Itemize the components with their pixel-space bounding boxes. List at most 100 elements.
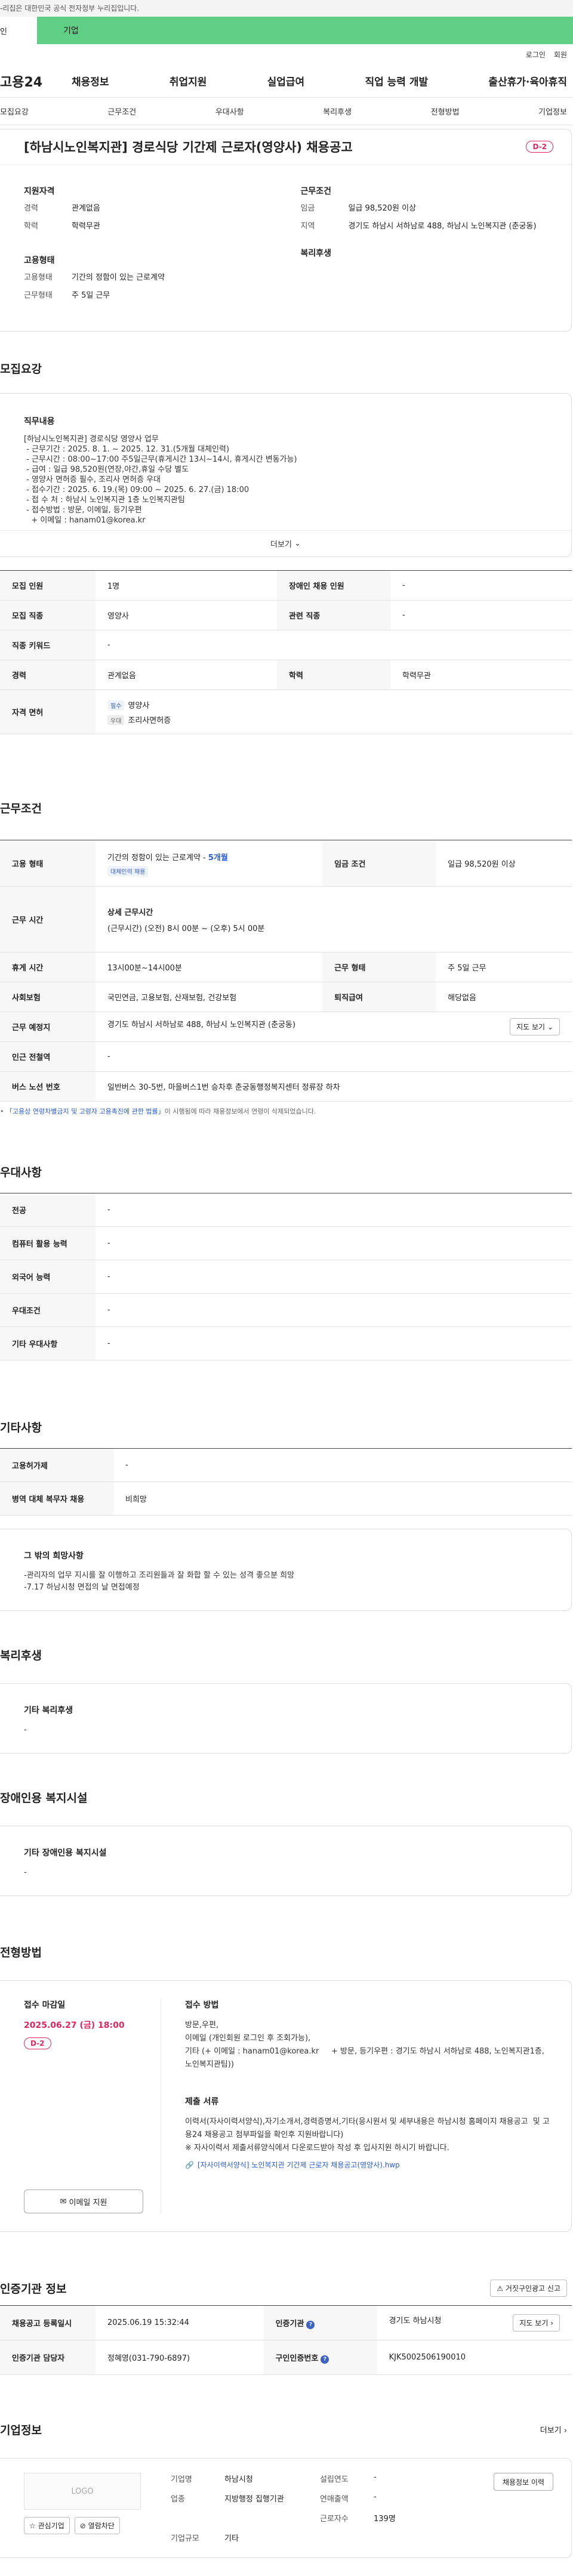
tab-recruit[interactable]: 모집요강 — [0, 106, 29, 117]
wish-box: 그 밖의 희망사항 -관리자의 업무 지시를 잘 이행하고 조리원들과 잘 화합… — [0, 1529, 572, 1611]
work-permit-value: - — [113, 1448, 572, 1482]
disabled-count-value: - — [390, 570, 572, 601]
qual-heading: 지원자격 — [24, 187, 55, 196]
reg-date-label: 채용공고 등록일시 — [0, 2305, 96, 2340]
welfare-heading: 복리후생 — [300, 249, 332, 258]
file-icon: 🔗 — [185, 2160, 194, 2169]
recruit-count-label: 모집 인원 — [0, 570, 96, 601]
pref-cond-value: - — [96, 1293, 572, 1327]
etc-pref-label: 기타 우대사항 — [0, 1326, 96, 1360]
block-company-button[interactable]: ⊘ 열람차단 — [74, 2517, 120, 2534]
signup-link[interactable]: 회원 — [554, 50, 567, 60]
career-value: 관계없음 — [72, 204, 100, 213]
company-name-value: 하남시청 — [224, 2475, 253, 2484]
founded-label: 설립연도 — [320, 2475, 349, 2484]
more-button[interactable]: 더보기 ⌄ — [0, 530, 571, 556]
siren-icon: ⚠ — [497, 2284, 504, 2293]
military-label: 병역 대체 복무자 채용 — [0, 1482, 113, 1516]
career-label: 경력 — [24, 204, 38, 213]
reg-date-value: 2025.06.19 15:32:44 — [96, 2305, 264, 2340]
map-button[interactable]: 지도 보기 ⌄ — [510, 1018, 560, 1035]
attachment-link[interactable]: 🔗 [자사이력서양식] 노인복지관 기간제 근로자 채용공고(영양사).hwp — [185, 2160, 553, 2170]
chevron-down-icon: ⌄ — [547, 1023, 553, 1031]
preferences-section-title: 우대사항 — [0, 1166, 42, 1179]
gnb-unemployment-benefit[interactable]: 실업급여 — [267, 73, 305, 88]
utility-menu: 로그인 회원 — [0, 44, 573, 64]
emp-form-label: 고용 형태 — [0, 840, 96, 887]
etc-table: 고용허가제 - 병역 대체 복무자 채용 비희망 — [0, 1448, 572, 1516]
tab-company[interactable]: 기업정보 — [538, 106, 567, 117]
age-notice: • 「고용상 연령차별금지 및 고령자 고용촉진에 관한 법률」이 시행됨에 따… — [0, 1108, 316, 1115]
employees-value: 139명 — [374, 2515, 396, 2524]
member-type-tabs: 인 기업 — [0, 17, 573, 44]
career-row-value: 관계없음 — [96, 660, 277, 690]
gnb-employment-support[interactable]: 취업지원 — [170, 73, 207, 88]
etc-section-title: 기타사항 — [0, 1421, 42, 1434]
license-label: 자격 면허 — [0, 689, 96, 734]
tab-conditions[interactable]: 근무조건 — [107, 106, 136, 117]
license-preferred: 조리사면허증 — [128, 716, 171, 725]
section-tabs: 모집요강 근무조건 우대사항 복리후생 전형방법 기업정보 — [0, 98, 573, 125]
cert-id-value: KJK5002506190010 — [377, 2340, 572, 2375]
help-icon[interactable]: ? — [306, 2320, 315, 2329]
tab-company[interactable]: 기업 — [37, 17, 573, 44]
place-label: 근무 예정지 — [0, 1012, 96, 1042]
company-box: LOGO ☆ 관심기업 ⊘ 열람차단 기업명 하남시청 설립연도 - 업종 지방행정 … — [0, 2458, 572, 2558]
major-label: 전공 — [0, 1193, 96, 1227]
employees-label: 근로자수 — [320, 2515, 349, 2524]
work-time-label: 근무 시간 — [0, 886, 96, 953]
retirement-value: 해당없음 — [436, 982, 572, 1012]
company-name-label: 기업명 — [171, 2475, 192, 2484]
disability-box: 기타 장애인용 복지시설 - — [0, 1826, 572, 1896]
emp-form-value: 기간의 정함이 있는 근로계약 - 5개월 대체인력 채용 — [96, 840, 323, 887]
place-value: 경기도 하남시 서하남로 488, 하남시 노인복지관 (춘궁동) 지도 보기 … — [96, 1012, 572, 1042]
wish-text: -관리자의 업무 지시를 잘 이행하고 조리원들과 잘 화합 할 수 있는 성격… — [24, 1571, 295, 1592]
wage-label: 임금 — [300, 204, 315, 213]
insurance-value: 국민연금, 고용보험, 산재보험, 건강보험 — [96, 982, 323, 1012]
cert-id-label: 구인인증번호? — [263, 2340, 377, 2375]
gnb-skill-development[interactable]: 직업 능력 개발 — [365, 73, 428, 88]
tab-individual[interactable]: 인 — [0, 17, 37, 44]
global-nav: 고용24 채용정보 취업지원 실업급여 직업 능력 개발 출산휴가·육아휴직 — [0, 64, 573, 98]
work-time-value: 상세 근무시간 (근무시간) (오전) 8시 00분 ~ (오후) 5시 00분 — [96, 886, 572, 953]
work-time-title: 상세 근무시간 — [107, 908, 153, 917]
company-more-link[interactable]: 더보기 › — [540, 2424, 567, 2435]
tab-welfare[interactable]: 복리후생 — [323, 106, 352, 117]
work-time-detail: (근무시간) (오전) 8시 00분 ~ (오후) 5시 00분 — [107, 924, 265, 933]
login-link[interactable]: 로그인 — [526, 50, 546, 60]
favorite-company-button[interactable]: ☆ 관심기업 — [24, 2517, 70, 2534]
rest-label: 휴게 시간 — [0, 952, 96, 982]
tab-preferences[interactable]: 우대사항 — [215, 106, 244, 117]
welfare-value: - — [24, 1725, 27, 1734]
mail-icon: ✉ — [60, 2197, 67, 2206]
deadline-value: 2025.06.27 (금) 18:00 — [24, 2021, 125, 2030]
subway-value: - — [96, 1041, 572, 1072]
help-icon[interactable]: ? — [321, 2355, 329, 2364]
related-job-value: - — [390, 600, 572, 630]
emp-heading: 고용형태 — [24, 256, 55, 265]
recruit-count-value: 1명 — [96, 570, 277, 601]
site-logo[interactable]: 고용24 — [0, 72, 72, 91]
hiring-history-button[interactable]: 채용정보 이력 — [493, 2473, 553, 2491]
conditions-table: 고용 형태 기간의 정함이 있는 근로계약 - 5개월 대체인력 채용 임금 조… — [0, 840, 572, 1102]
computer-label: 컴퓨터 활용 능력 — [0, 1226, 96, 1260]
wage-cond-value: 일급 98,520원 이상 — [436, 840, 572, 887]
job-content-heading: 직무내용 — [24, 417, 55, 426]
org-map-button[interactable]: 지도 보기 › — [513, 2314, 560, 2331]
welfare-title: 기타 복리후생 — [24, 1706, 73, 1715]
job-detail-box: 직무내용 [하남시노인복지관] 경로식당 영양사 업무 - 근무기간 : 202… — [0, 393, 572, 557]
tab-selection[interactable]: 전형방법 — [431, 106, 460, 117]
disabled-count-label: 장애인 채용 인원 — [277, 570, 390, 601]
gnb-jobs[interactable]: 채용정보 — [72, 73, 109, 88]
report-button[interactable]: ⚠ 거짓구인광고 신고 — [490, 2280, 567, 2297]
gnb-maternity-leave[interactable]: 출산휴가·육아휴직 — [488, 73, 567, 88]
military-value: 비희망 — [113, 1482, 572, 1516]
conditions-section-title: 근무조건 — [0, 802, 42, 815]
method-title: 접수 방법 — [185, 2000, 219, 2010]
welfare-section-title: 복리후생 — [0, 1649, 42, 1662]
sales-value: - — [374, 2492, 377, 2501]
industry-value: 지방행정 집행기관 — [224, 2495, 284, 2504]
email-apply-button[interactable]: ✉ 이메일 지원 — [24, 2190, 143, 2213]
manager-label: 인증기관 담당자 — [0, 2340, 96, 2375]
age-law-link[interactable]: 「고용상 연령차별금지 및 고령자 고용촉진에 관한 법률」 — [6, 1108, 165, 1115]
